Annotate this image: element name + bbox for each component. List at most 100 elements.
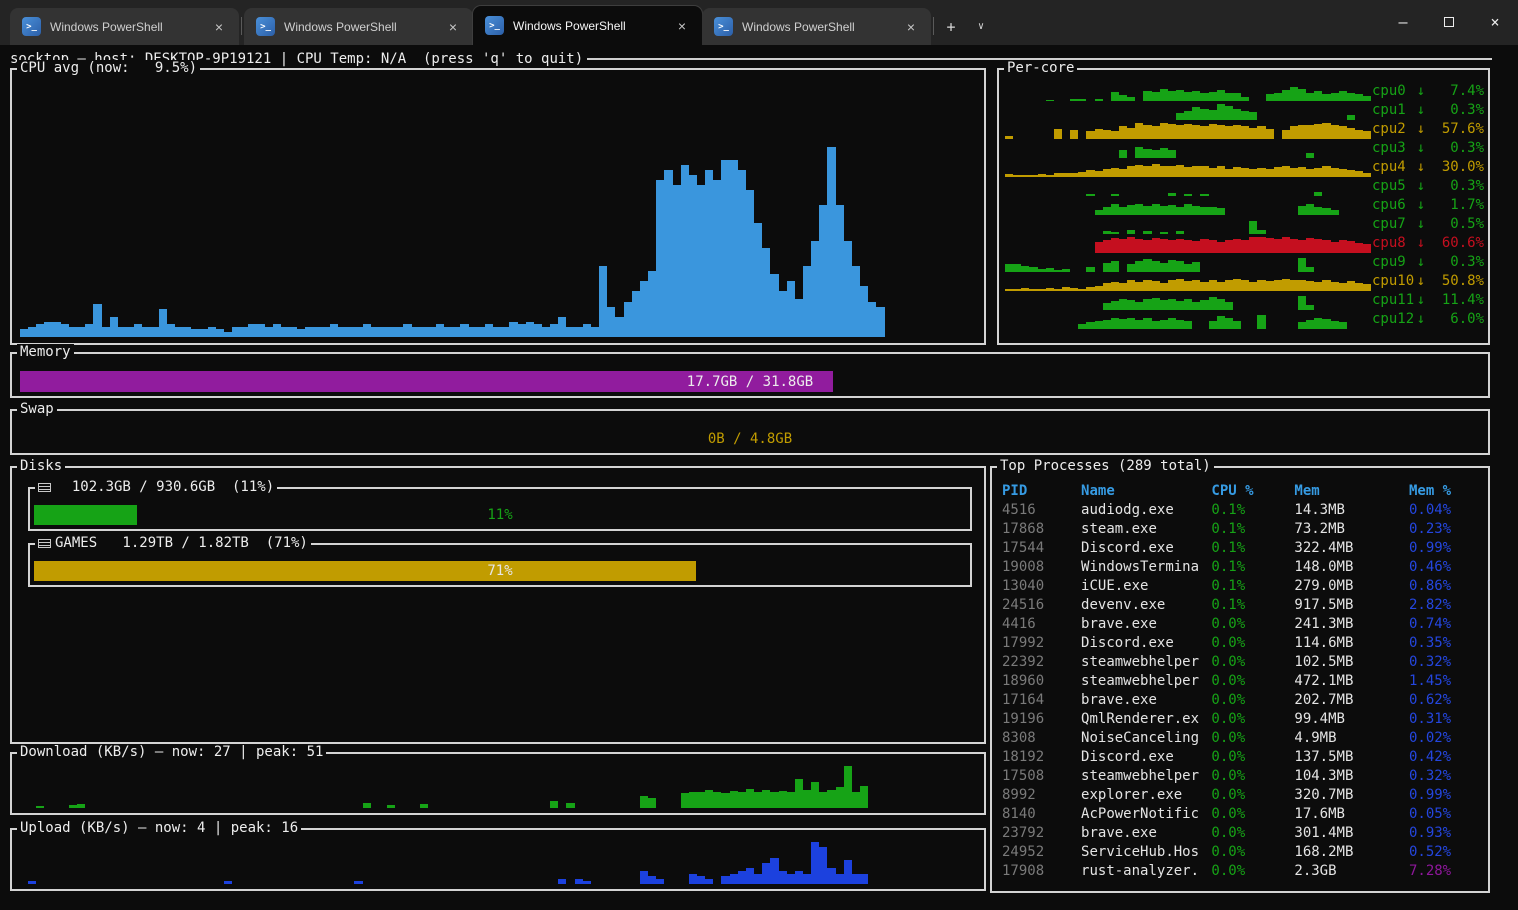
- sparkline-bar: [1355, 94, 1363, 101]
- tab-close-icon[interactable]: ×: [207, 19, 231, 35]
- maximize-button[interactable]: [1426, 0, 1472, 44]
- sparkline-bar: [1143, 166, 1151, 177]
- chart-bar: [534, 324, 542, 337]
- sparkline-bar: [1331, 93, 1339, 102]
- chart-bar: [721, 793, 729, 808]
- process-cell: 0.99%: [1409, 539, 1488, 558]
- sparkline-bar: [1103, 169, 1111, 177]
- disk-games-title: GAMES 1.29TB / 1.82TB (71%): [35, 535, 311, 552]
- sparkline-bar: [1209, 240, 1217, 253]
- down-arrow-icon: ↓: [1414, 196, 1428, 215]
- core-label: cpu11↓11.4%: [1372, 291, 1484, 310]
- sparkline-bar: [1347, 128, 1355, 139]
- sparkline-bar: [1021, 266, 1029, 272]
- core-value: 6.0%: [1428, 310, 1484, 329]
- core-sparkline: [1005, 160, 1372, 177]
- terminal-tab[interactable]: >_Windows PowerShell×: [244, 8, 473, 45]
- sparkline-bar: [1200, 194, 1208, 196]
- sparkline-bar: [1314, 207, 1322, 215]
- minimize-button[interactable]: –: [1380, 0, 1426, 44]
- sparkline-bar: [1266, 281, 1274, 291]
- chart-bar: [28, 881, 36, 884]
- core-value: 0.5%: [1428, 215, 1484, 234]
- process-cell: 0.99%: [1409, 786, 1488, 805]
- core-name: cpu4: [1372, 158, 1414, 177]
- sparkline-bar: [1249, 128, 1257, 139]
- core-name: cpu11: [1372, 291, 1414, 310]
- sparkline-bar: [1038, 289, 1046, 291]
- tab-close-icon[interactable]: ×: [670, 18, 694, 34]
- tab-dropdown-button[interactable]: ∨: [966, 8, 996, 45]
- core-sparkline: [1005, 255, 1372, 272]
- chart-bar: [803, 266, 811, 337]
- new-tab-button[interactable]: +: [936, 8, 966, 45]
- sparkline-bar: [1225, 240, 1233, 253]
- chart-bar: [721, 876, 729, 884]
- terminal-tab[interactable]: >_Windows PowerShell×: [473, 6, 702, 45]
- cpu-avg-chart: [20, 84, 976, 337]
- chart-bar: [44, 322, 52, 337]
- sparkline-bar: [1103, 303, 1111, 310]
- powershell-icon: >_: [22, 17, 41, 36]
- sparkline-bar: [1241, 240, 1249, 253]
- sparkline-bar: [1152, 238, 1160, 253]
- process-cell: 17.6MB: [1294, 805, 1409, 824]
- sparkline-bar: [1135, 123, 1143, 139]
- core-row: cpu9↓0.3%: [1005, 253, 1484, 272]
- chart-bar: [420, 804, 428, 808]
- core-label: cpu1↓0.3%: [1372, 101, 1484, 120]
- sparkline-bar: [1355, 130, 1363, 139]
- down-arrow-icon: ↓: [1414, 158, 1428, 177]
- process-cell: 0.1%: [1211, 558, 1294, 577]
- chart-bar: [69, 805, 77, 808]
- sparkline-bar: [1111, 168, 1119, 177]
- sparkline-bar: [1160, 206, 1168, 215]
- sparkline-bar: [1160, 300, 1168, 310]
- upload-title: Upload (KB/s) — now: 4 | peak: 16: [17, 820, 301, 837]
- close-button[interactable]: ×: [1472, 0, 1518, 44]
- core-name: cpu9: [1372, 253, 1414, 272]
- process-cell: rust-analyzer.: [1081, 862, 1211, 881]
- sparkline-bar: [1314, 192, 1322, 196]
- swap-gauge-label: 0B / 4.8GB: [20, 428, 1480, 449]
- sparkline-bar: [1078, 99, 1086, 101]
- core-sparkline: [1005, 141, 1372, 158]
- sparkline-bar: [1331, 168, 1339, 177]
- down-arrow-icon: ↓: [1414, 291, 1428, 310]
- terminal-tab[interactable]: >_Windows PowerShell×: [10, 8, 239, 45]
- chart-bar: [69, 327, 77, 337]
- tab-close-icon[interactable]: ×: [441, 19, 465, 35]
- chart-bar: [583, 881, 591, 884]
- process-cell: steamwebhelper: [1081, 767, 1211, 786]
- chart-bar: [811, 782, 819, 808]
- chart-bar: [795, 871, 803, 884]
- chart-bar: [20, 329, 28, 337]
- chart-bar: [93, 304, 101, 337]
- process-cell: steam.exe: [1081, 520, 1211, 539]
- core-sparkline: [1005, 217, 1372, 234]
- sparkline-bar: [1046, 268, 1054, 272]
- sparkline-bar: [1168, 240, 1176, 253]
- sparkline-bar: [1160, 320, 1168, 329]
- sparkline-bar: [1249, 221, 1257, 234]
- sparkline-bar: [1282, 279, 1290, 291]
- chart-bar: [142, 327, 150, 337]
- sparkline-bar: [1339, 169, 1347, 177]
- terminal-tab[interactable]: >_Windows PowerShell×: [702, 8, 931, 45]
- chart-bar: [395, 327, 403, 337]
- chart-bar: [36, 324, 44, 337]
- chart-bar: [428, 327, 436, 337]
- chart-bar: [232, 327, 240, 337]
- sparkline-bar: [1111, 301, 1119, 310]
- chart-bar: [648, 271, 656, 337]
- sparkline-bar: [1103, 320, 1111, 329]
- sparkline-bar: [1306, 93, 1314, 102]
- sparkline-bar: [1152, 92, 1160, 101]
- sparkline-bar: [1135, 302, 1143, 310]
- process-cell: 0.1%: [1211, 577, 1294, 596]
- tab-label: Windows PowerShell: [513, 19, 661, 33]
- down-arrow-icon: ↓: [1414, 139, 1428, 158]
- processes-column-header: Mem %: [1409, 482, 1488, 501]
- tab-close-icon[interactable]: ×: [899, 19, 923, 35]
- sparkline-bar: [1257, 126, 1265, 139]
